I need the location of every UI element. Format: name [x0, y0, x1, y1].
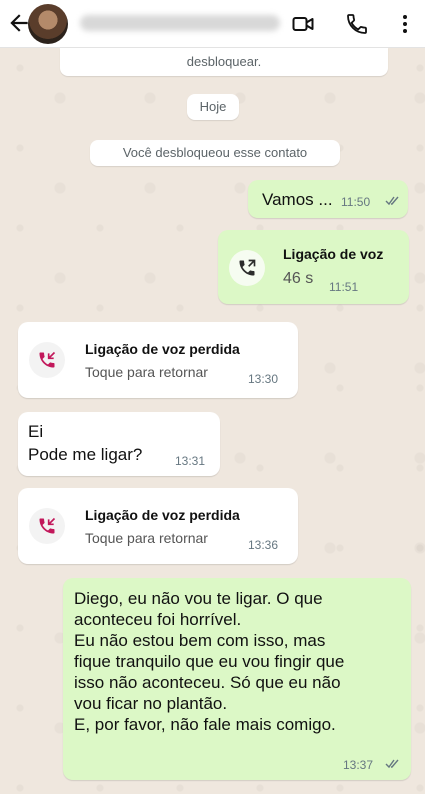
system-text: Você desbloqueou esse contato: [122, 145, 308, 160]
message-time: 13:30: [248, 372, 279, 386]
contact-avatar[interactable]: [28, 4, 68, 44]
outgoing-voice-call[interactable]: Ligação de voz 46 s 11:51: [218, 230, 409, 304]
call-subtitle: Toque para retornar: [85, 530, 208, 546]
call-icon-bg: [29, 342, 65, 378]
message-line: fique tranquilo que eu vou fingir que: [74, 652, 345, 671]
call-title: Ligação de voz: [283, 246, 384, 262]
video-call-icon[interactable]: [291, 12, 315, 36]
incoming-message[interactable]: Ei Pode me ligar? 13:31: [18, 412, 220, 476]
date-chip-label: Hoje: [199, 99, 227, 114]
message-line: Eu não estou bem com isso, mas: [74, 631, 326, 650]
call-title: Ligação de voz perdida: [85, 341, 240, 357]
contact-phone-number-blurred[interactable]: [80, 15, 280, 31]
system-message-unblocked: Você desbloqueou esse contato: [90, 140, 340, 166]
message-line: Diego, eu não vou te ligar. O que: [74, 589, 323, 608]
message-text: Ei: [28, 422, 44, 441]
outgoing-message[interactable]: Diego, eu não vou te ligar. O que aconte…: [63, 578, 411, 780]
missed-voice-call[interactable]: Ligação de voz perdida Toque para retorn…: [18, 488, 298, 564]
call-subtitle: Toque para retornar: [85, 364, 208, 380]
call-icon-bg: [229, 250, 265, 286]
read-receipt-icon: [385, 196, 399, 206]
message-line: vou ficar no plantão.: [74, 694, 228, 713]
missed-voice-call[interactable]: Ligação de voz perdida Toque para retorn…: [18, 322, 298, 398]
chat-header: [0, 0, 425, 48]
missed-call-icon: [39, 517, 56, 534]
message-text: Vamos ...: [262, 190, 333, 209]
date-chip: Hoje: [187, 94, 239, 120]
call-icon-bg: [29, 508, 65, 544]
call-duration: 46 s: [283, 270, 314, 287]
outgoing-call-icon: [239, 259, 256, 276]
system-text: desbloquear.: [186, 54, 262, 69]
voice-call-icon[interactable]: [345, 12, 369, 36]
message-time: 11:50: [341, 195, 371, 209]
more-options-icon[interactable]: [393, 12, 417, 36]
message-line: E, por favor, não fale mais comigo.: [74, 715, 336, 734]
message-time: 13:37: [343, 758, 374, 772]
outgoing-message[interactable]: Vamos ... 11:50: [248, 180, 408, 218]
message-line: isso não aconteceu. Só que eu não: [74, 673, 341, 692]
message-time: 13:31: [175, 454, 206, 468]
chat-area[interactable]: desbloquear. Hoje Você desbloqueou esse …: [0, 48, 425, 794]
message-time: 13:36: [248, 538, 279, 552]
message-time: 11:51: [329, 280, 359, 294]
system-message-unblock: desbloquear.: [60, 48, 388, 76]
read-receipt-icon: [385, 759, 399, 769]
message-line: aconteceu foi horrível.: [74, 610, 242, 629]
missed-call-icon: [39, 351, 56, 368]
message-text: Pode me ligar?: [28, 445, 143, 464]
call-title: Ligação de voz perdida: [85, 507, 240, 523]
